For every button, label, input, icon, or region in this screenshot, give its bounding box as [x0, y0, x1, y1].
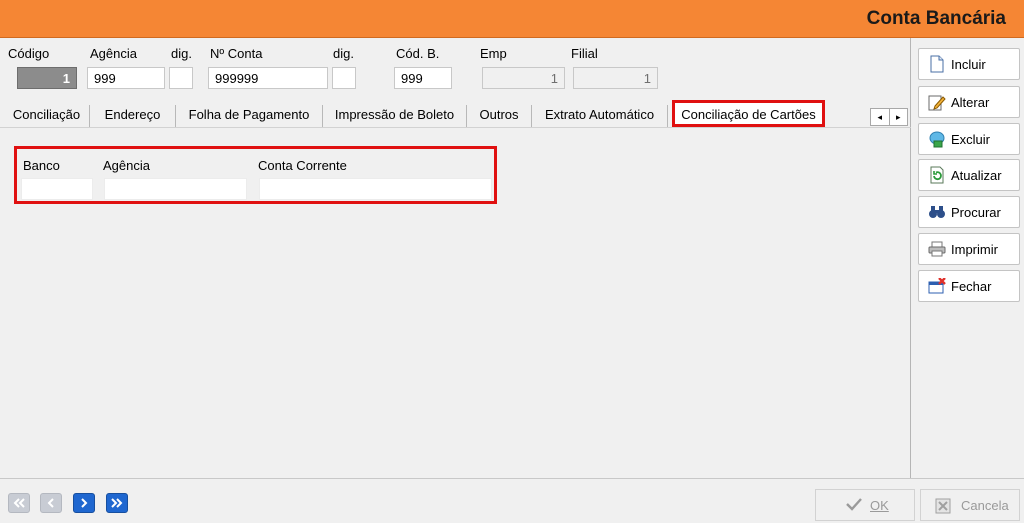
new-document-icon: [927, 54, 947, 74]
ok-label: OK: [870, 497, 889, 513]
previous-record-icon[interactable]: [40, 493, 62, 513]
filial-field: 1: [573, 67, 658, 89]
delete-icon: [927, 129, 947, 149]
panel-agencia-label: Agência: [103, 158, 150, 173]
agencia-field[interactable]: 999: [87, 67, 165, 89]
conta-corrente-label: Conta Corrente: [258, 158, 347, 173]
emp-label: Emp: [480, 46, 507, 61]
cod-banco-label: Cód. B.: [396, 46, 440, 61]
checkmark-icon: [846, 497, 862, 514]
conta-dig-field[interactable]: [332, 67, 356, 89]
tab-conciliacao[interactable]: Conciliação: [4, 105, 90, 127]
title-bar: Conta Bancária: [0, 0, 1024, 38]
procurar-label: Procurar: [951, 204, 1001, 220]
tab-folha-pagamento[interactable]: Folha de Pagamento: [176, 105, 323, 127]
tab-impressao-boleto[interactable]: Impressão de Boleto: [323, 105, 467, 127]
codigo-field[interactable]: 1: [17, 67, 77, 89]
dig1-label: dig.: [171, 46, 192, 61]
ok-button[interactable]: OK: [815, 489, 915, 521]
cancel-label: Cancela: [961, 497, 1009, 513]
excluir-button[interactable]: Excluir: [918, 123, 1020, 155]
main-form: Código Agência dig. Nº Conta dig. Cód. B…: [0, 38, 911, 478]
bottom-bar: OK Cancela: [0, 478, 1024, 523]
codigo-label: Código: [8, 46, 50, 61]
agencia-label: Agência: [90, 46, 137, 61]
filial-label: Filial: [571, 46, 598, 61]
cancel-button[interactable]: Cancela: [920, 489, 1020, 521]
atualizar-button[interactable]: Atualizar: [918, 159, 1020, 191]
printer-icon: [927, 239, 947, 259]
procurar-button[interactable]: Procurar: [918, 196, 1020, 228]
dig2-label: dig.: [333, 46, 354, 61]
emp-field: 1: [482, 67, 565, 89]
numero-conta-field[interactable]: 999999: [208, 67, 328, 89]
tab-conciliacao-cartoes[interactable]: Conciliação de Cartões: [672, 100, 825, 127]
first-record-icon[interactable]: [8, 493, 30, 513]
numero-conta-label: Nº Conta: [210, 46, 263, 61]
tab-scroll-right-icon[interactable]: ▸: [890, 109, 908, 125]
tab-scroll-left-icon[interactable]: ◂: [871, 109, 890, 125]
atualizar-label: Atualizar: [951, 167, 1002, 183]
tab-outros[interactable]: Outros: [467, 105, 532, 127]
card-conciliation-panel: Banco Agência Conta Corrente: [14, 146, 497, 204]
cod-banco-field[interactable]: 999: [394, 67, 452, 89]
next-record-icon[interactable]: [73, 493, 95, 513]
conta-corrente-field[interactable]: [259, 178, 492, 200]
panel-agencia-field[interactable]: [104, 178, 247, 200]
tab-scroll-buttons: ◂ ▸: [870, 108, 908, 126]
tab-extrato-automatico[interactable]: Extrato Automático: [532, 105, 668, 127]
alterar-label: Alterar: [951, 94, 990, 110]
refresh-icon: [927, 165, 947, 185]
incluir-label: Incluir: [951, 56, 986, 72]
action-sidebar: Incluir Alterar Excluir Atualizar Procur…: [912, 38, 1024, 478]
imprimir-label: Imprimir: [951, 241, 998, 257]
window-title: Conta Bancária: [866, 8, 1006, 29]
close-window-icon: [927, 276, 947, 296]
imprimir-button[interactable]: Imprimir: [918, 233, 1020, 265]
banco-field[interactable]: [21, 178, 93, 200]
tab-endereco[interactable]: Endereço: [90, 105, 176, 127]
incluir-button[interactable]: Incluir: [918, 48, 1020, 80]
fechar-button[interactable]: Fechar: [918, 270, 1020, 302]
fechar-label: Fechar: [951, 278, 992, 294]
binoculars-icon: [927, 202, 947, 222]
alterar-button[interactable]: Alterar: [918, 86, 1020, 118]
agencia-dig-field[interactable]: [169, 67, 193, 89]
edit-pencil-icon: [927, 92, 947, 112]
excluir-label: Excluir: [951, 131, 991, 147]
tab-strip: Conciliação Endereço Folha de Pagamento …: [0, 100, 911, 128]
last-record-icon[interactable]: [106, 493, 128, 513]
cancel-icon: [935, 498, 951, 517]
banco-label: Banco: [23, 158, 60, 173]
